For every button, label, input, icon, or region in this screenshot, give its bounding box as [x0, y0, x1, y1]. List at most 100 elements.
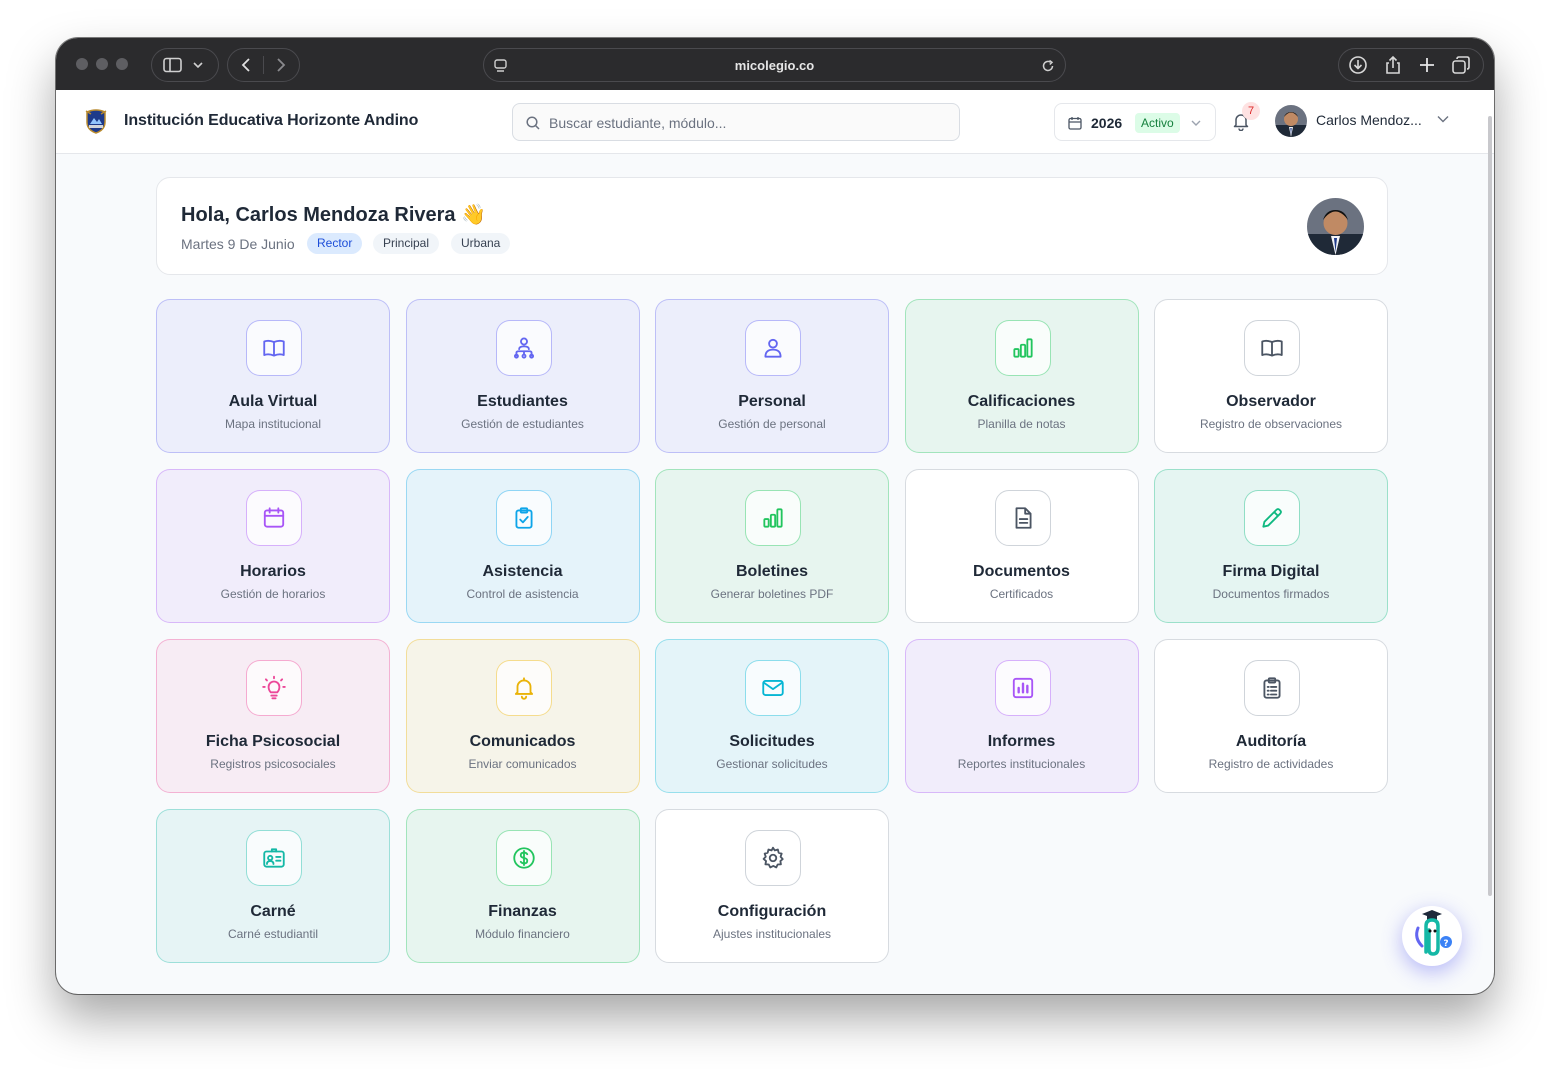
- module-subtitle: Ajustes institucionales: [712, 927, 832, 941]
- new-tab-icon[interactable]: [1419, 57, 1435, 73]
- close-window-button[interactable]: [76, 58, 88, 70]
- campus-chip: Principal: [373, 233, 440, 254]
- sidebar-icon: [163, 57, 182, 73]
- clipboard-list-icon: [1263, 677, 1281, 699]
- module-icon-box: [994, 320, 1051, 376]
- module-card-comunicados[interactable]: Comunicados Enviar comunicados: [405, 639, 640, 793]
- calendar-icon: [263, 507, 285, 528]
- module-card-carne[interactable]: Carné Carné estudiantil: [156, 809, 390, 963]
- module-card-firma-digital[interactable]: Firma Digital Documentos firmados: [1154, 469, 1388, 623]
- calendar-icon: [1068, 117, 1082, 130]
- browser-actions: [1338, 48, 1484, 82]
- school-logo-icon[interactable]: [82, 107, 110, 135]
- module-title: Firma Digital: [1222, 563, 1320, 580]
- mail-icon: [762, 680, 784, 696]
- module-title: Auditoría: [1235, 733, 1307, 750]
- role-chip: Rector: [307, 233, 363, 254]
- user-avatar[interactable]: [1275, 105, 1307, 137]
- module-title: Carné: [250, 903, 296, 920]
- tabs-overview-icon[interactable]: [1452, 56, 1470, 74]
- module-icon-box: [495, 830, 552, 886]
- profile-avatar[interactable]: [1307, 198, 1364, 255]
- module-subtitle: Registros psicosociales: [210, 757, 336, 771]
- module-card-personal[interactable]: Personal Gestión de personal: [655, 299, 889, 453]
- sidebar-toggle-button[interactable]: [151, 48, 219, 82]
- module-card-estudiantes[interactable]: Estudiantes Gestión de estudiantes: [405, 299, 640, 453]
- page-scrollbar[interactable]: [1488, 116, 1492, 896]
- file-text-icon: [1015, 507, 1032, 529]
- module-card-observador[interactable]: Observador Registro de observaciones: [1154, 299, 1388, 453]
- back-arrow-icon[interactable]: [240, 57, 252, 73]
- module-subtitle: Reportes institucionales: [957, 757, 1086, 771]
- bar-chart-icon: [1012, 338, 1033, 358]
- lightbulb-icon: [262, 675, 286, 700]
- user-name[interactable]: Carlos Mendoz...: [1316, 112, 1422, 128]
- reload-icon[interactable]: [1041, 59, 1055, 73]
- book-open-icon: [1261, 339, 1283, 357]
- module-subtitle: Gestionar solicitudes: [716, 757, 828, 771]
- browser-toolbar: micolegio.co: [56, 38, 1494, 90]
- module-card-solicitudes[interactable]: Solicitudes Gestionar solicitudes: [655, 639, 889, 793]
- gear-icon: [762, 846, 784, 869]
- url-text: micolegio.co: [734, 58, 815, 73]
- module-subtitle: Gestión de personal: [718, 417, 826, 431]
- module-title: Solicitudes: [729, 733, 815, 750]
- bar-chart-icon: [763, 508, 783, 528]
- search-input[interactable]: Buscar estudiante, módulo...: [512, 103, 960, 141]
- school-year: 2026: [1091, 115, 1123, 131]
- module-subtitle: Planilla de notas: [977, 417, 1066, 431]
- user-menu-chevron-icon[interactable]: [1437, 115, 1449, 123]
- zone-chip: Urbana: [451, 233, 511, 254]
- module-title: Comunicados: [469, 733, 576, 750]
- app-header: Institución Educativa Horizonte Andino B…: [56, 90, 1494, 154]
- clipboard-check-icon: [514, 507, 533, 529]
- users-hierarchy-icon: [513, 337, 534, 359]
- module-title: Finanzas: [488, 903, 557, 920]
- module-card-boletines[interactable]: Boletines Generar boletines PDF: [655, 469, 889, 623]
- svg-text:?: ?: [1443, 939, 1448, 949]
- module-subtitle: Gestión de horarios: [220, 587, 326, 601]
- school-name[interactable]: Institución Educativa Horizonte Andino: [124, 112, 418, 130]
- module-card-aula-virtual[interactable]: Aula Virtual Mapa institucional: [156, 299, 390, 453]
- forward-arrow-icon[interactable]: [275, 57, 287, 73]
- module-icon-box: [745, 490, 801, 546]
- module-subtitle: Registro de observaciones: [1199, 417, 1343, 431]
- module-icon-box: [246, 830, 302, 886]
- module-icon-box: [495, 490, 552, 546]
- chevron-down-icon: [1191, 120, 1201, 126]
- module-subtitle: Control de asistencia: [466, 587, 579, 601]
- school-year-selector[interactable]: 2026 Activo: [1054, 103, 1216, 141]
- bell-icon: [514, 677, 533, 700]
- module-subtitle: Módulo financiero: [475, 927, 570, 941]
- module-icon-box: [1244, 660, 1300, 716]
- module-card-asistencia[interactable]: Asistencia Control de asistencia: [405, 469, 640, 623]
- notification-count-badge: 7: [1242, 102, 1260, 120]
- assistant-button[interactable]: ?: [1402, 906, 1462, 966]
- module-icon-box: [246, 320, 302, 376]
- greeting-date: Martes 9 De Junio: [181, 236, 295, 252]
- module-icon-box: [745, 660, 801, 716]
- module-subtitle: Documentos firmados: [1212, 587, 1330, 601]
- module-icon-box: [246, 490, 302, 546]
- module-card-calificaciones[interactable]: Calificaciones Planilla de notas: [904, 299, 1139, 453]
- download-icon[interactable]: [1348, 55, 1368, 75]
- module-title: Horarios: [240, 563, 306, 580]
- module-title: Asistencia: [482, 563, 563, 580]
- module-card-configuracion[interactable]: Configuración Ajustes institucionales: [655, 809, 889, 963]
- maximize-window-button[interactable]: [116, 58, 128, 70]
- share-icon[interactable]: [1384, 55, 1402, 75]
- module-title: Personal: [738, 393, 806, 410]
- module-subtitle: Registro de actividades: [1208, 757, 1334, 771]
- module-card-informes[interactable]: Informes Reportes institucionales: [904, 639, 1139, 793]
- module-card-horarios[interactable]: Horarios Gestión de horarios: [156, 469, 390, 623]
- module-card-ficha-psicosocial[interactable]: Ficha Psicosocial Registros psicosociales: [156, 639, 390, 793]
- address-bar[interactable]: micolegio.co: [483, 48, 1066, 82]
- module-icon-box: [246, 660, 302, 716]
- module-card-finanzas[interactable]: Finanzas Módulo financiero: [405, 809, 640, 963]
- minimize-window-button[interactable]: [96, 58, 108, 70]
- module-card-auditoria[interactable]: Auditoría Registro de actividades: [1154, 639, 1388, 793]
- module-card-documentos[interactable]: Documentos Certificados: [904, 469, 1139, 623]
- module-title: Aula Virtual: [228, 393, 318, 410]
- pencil-icon: [1262, 508, 1282, 528]
- module-title: Calificaciones: [967, 393, 1076, 410]
